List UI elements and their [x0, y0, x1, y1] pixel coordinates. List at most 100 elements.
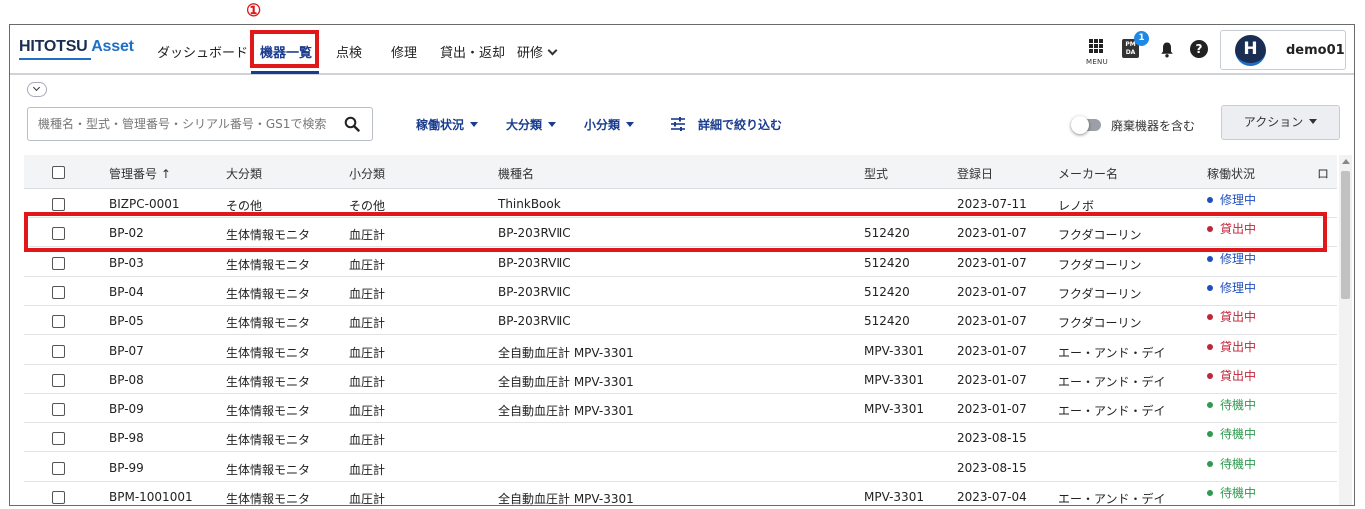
bell-icon[interactable] [1160, 41, 1174, 58]
row-checkbox[interactable] [52, 256, 65, 270]
search-icon[interactable] [344, 116, 360, 132]
row-checkbox[interactable] [52, 461, 65, 475]
cell-id[interactable]: BP-08 [109, 373, 144, 387]
collapse-toggle-button[interactable] [27, 82, 47, 97]
cell-registered-date: 2023-01-07 [957, 255, 1027, 270]
row-checkbox[interactable] [52, 491, 65, 504]
row-checkbox[interactable] [52, 432, 65, 446]
cell-id[interactable]: BPM-1001001 [109, 490, 193, 504]
cell-id[interactable]: BP-05 [109, 314, 144, 328]
status-text: 貸出中 [1220, 368, 1257, 383]
column-header-major[interactable]: 大分類 [226, 165, 262, 182]
cell-registered-date: 2023-01-07 [957, 284, 1027, 299]
status-text: 修理中 [1220, 280, 1257, 295]
cell-minor-category: 血圧計 [349, 374, 386, 389]
cell-id[interactable]: BP-07 [109, 344, 144, 358]
status-badge: 待機中 [1207, 455, 1256, 472]
caret-down-icon [548, 122, 557, 127]
cell-id[interactable]: BP-04 [109, 285, 144, 299]
select-all-checkbox[interactable] [52, 166, 65, 179]
row-checkbox[interactable] [52, 373, 65, 387]
cell-model: MPV-3301 [864, 343, 924, 358]
column-header-date[interactable]: 登録日 [957, 165, 993, 182]
cell-id[interactable]: BP-98 [109, 431, 144, 445]
cell-registered-date: 2023-01-07 [957, 402, 1027, 417]
column-header-maker[interactable]: メーカー名 [1058, 165, 1118, 182]
major-category-filter-dropdown[interactable]: 大分類 [506, 116, 557, 133]
search-input[interactable] [38, 115, 343, 133]
table-row[interactable]: BP-98 生体情報モニタ 血圧計 2023-08-15 待機中 [24, 423, 1337, 453]
cell-major-category: 生体情報モニタ [226, 374, 311, 389]
annotation-highlight-nav [250, 30, 319, 68]
caret-down-icon [470, 122, 479, 127]
cell-maker: エー・アンド・デイ [1058, 404, 1166, 419]
cell-id[interactable]: BIZPC-0001 [109, 197, 179, 211]
help-icon[interactable]: ? [1190, 40, 1208, 58]
include-disposed-toggle[interactable] [1071, 116, 1101, 134]
table-row[interactable]: BP-99 生体情報モニタ 血圧計 2023-08-15 待機中 [24, 452, 1337, 482]
minor-category-filter-dropdown[interactable]: 小分類 [584, 116, 635, 133]
cell-model: 512420 [864, 314, 910, 329]
cell-major-category: 生体情報モニタ [226, 404, 311, 419]
row-checkbox[interactable] [52, 403, 65, 417]
nav-lending[interactable]: 貸出・返却 [440, 42, 505, 61]
nav-inspection[interactable]: 点検 [336, 42, 362, 61]
status-badge: 待機中 [1207, 425, 1256, 442]
column-header-model[interactable]: 型式 [864, 165, 888, 182]
cell-registered-date: 2023-07-11 [957, 197, 1027, 211]
table-row[interactable]: BPM-1001001 生体情報モニタ 血圧計 全自動血圧計 MPV-3301 MPV-… [24, 482, 1337, 506]
tune-sliders-icon [671, 117, 685, 131]
table-row[interactable]: BP-05 生体情報モニタ 血圧計 BP-203RVⅡC 512420 2023-01-0… [24, 306, 1337, 336]
cell-maker: エー・アンド・デイ [1058, 492, 1166, 506]
cell-registered-date: 2023-01-07 [957, 343, 1027, 358]
column-header-model-name[interactable]: 機種名 [498, 165, 534, 182]
table-scrollbar[interactable] [1339, 155, 1352, 505]
row-checkbox[interactable] [52, 198, 65, 211]
scroll-up-arrow-icon[interactable] [1342, 159, 1350, 164]
row-checkbox[interactable] [52, 315, 65, 329]
notification-count-badge: 1 [1134, 31, 1149, 46]
cell-registered-date: 2023-07-04 [957, 490, 1027, 504]
cell-id[interactable]: BP-99 [109, 461, 144, 475]
status-dot-icon [1207, 460, 1213, 467]
status-dot-icon [1207, 314, 1213, 321]
column-header-extra[interactable]: ロ [1317, 165, 1329, 182]
cell-major-category: 生体情報モニタ [226, 433, 311, 448]
table-row[interactable]: BP-04 生体情報モニタ 血圧計 BP-203RVⅡC 512420 2023-01-0… [24, 276, 1337, 306]
user-account-button[interactable]: H demo01 [1220, 30, 1346, 70]
nav-dashboard[interactable]: ダッシュボード [157, 42, 248, 61]
cell-registered-date: 2023-01-07 [957, 372, 1027, 387]
status-text: 貸出中 [1220, 310, 1257, 325]
table-row[interactable]: BP-08 生体情報モニタ 血圧計 全自動血圧計 MPV-3301 MPV-3301 20… [24, 364, 1337, 394]
status-dot-icon [1207, 284, 1213, 291]
row-checkbox[interactable] [52, 344, 65, 358]
nav-repair[interactable]: 修理 [391, 42, 417, 61]
brand-logo[interactable]: HITOTSU Asset [19, 38, 134, 56]
app-grid-menu-icon[interactable] [1089, 39, 1103, 53]
action-menu-button[interactable]: アクション [1221, 105, 1340, 140]
scrollbar-thumb[interactable] [1341, 171, 1350, 299]
cell-maker: フクダコーリン [1058, 257, 1142, 272]
column-header-status[interactable]: 稼働状況 [1207, 165, 1255, 182]
table-row[interactable]: BP-07 生体情報モニタ 血圧計 全自動血圧計 MPV-3301 MPV-3301 20… [24, 335, 1337, 365]
row-checkbox[interactable] [52, 285, 65, 299]
column-header-id[interactable]: 管理番号 ↑ [109, 165, 171, 182]
column-header-minor[interactable]: 小分類 [349, 165, 385, 182]
status-badge: 修理中 [1207, 191, 1256, 208]
cell-minor-category: 血圧計 [349, 462, 386, 477]
cell-maker: エー・アンド・デイ [1058, 345, 1166, 360]
caret-down-icon [626, 122, 635, 127]
nav-training[interactable]: 研修 [517, 42, 558, 61]
cell-major-category: 生体情報モニタ [226, 316, 311, 331]
nav-active-indicator [251, 71, 319, 74]
cell-model-name: 全自動血圧計 MPV-3301 [498, 374, 634, 389]
cell-registered-date: 2023-08-15 [957, 431, 1027, 446]
cell-major-category: 生体情報モニタ [226, 492, 311, 506]
status-filter-dropdown[interactable]: 稼働状況 [416, 116, 479, 133]
table-row[interactable]: BP-09 生体情報モニタ 血圧計 全自動血圧計 MPV-3301 MPV-3301 20… [24, 394, 1337, 424]
cell-model-name: 全自動血圧計 MPV-3301 [498, 345, 634, 360]
cell-id[interactable]: BP-03 [109, 256, 144, 270]
advanced-filter-button[interactable]: 詳細で絞り込む [698, 116, 782, 133]
cell-id[interactable]: BP-09 [109, 402, 144, 416]
status-dot-icon [1207, 490, 1213, 496]
